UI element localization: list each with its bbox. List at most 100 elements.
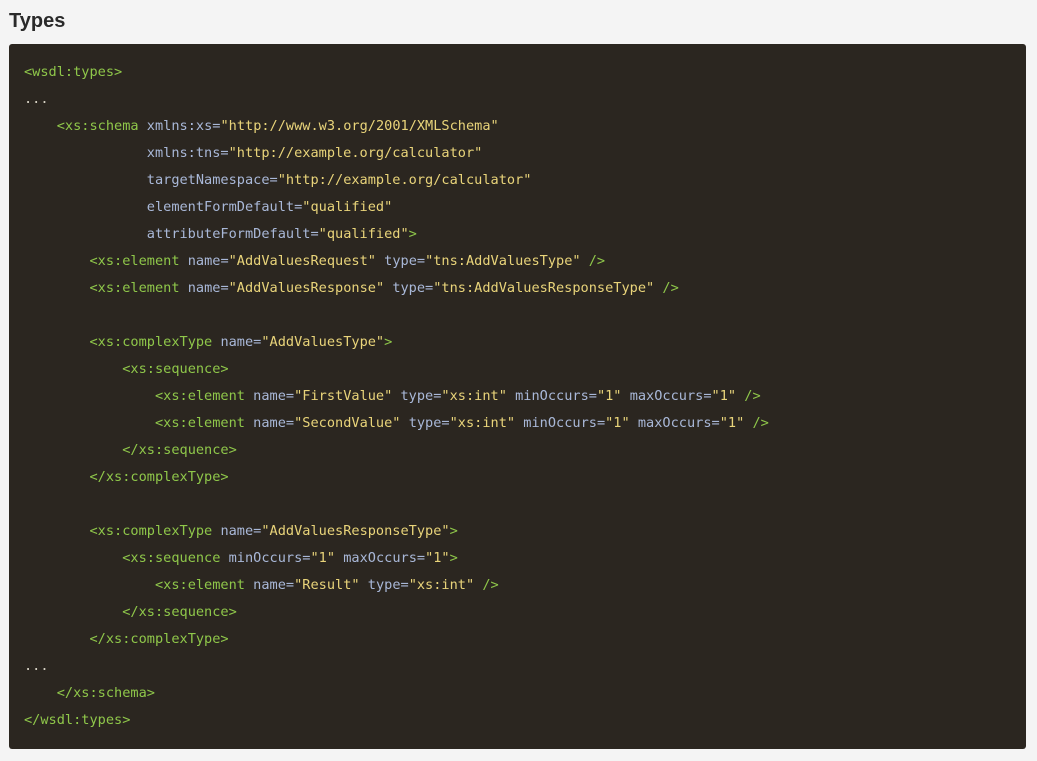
code-tag: </xs:sequence> bbox=[122, 604, 237, 620]
code-string: "1" bbox=[425, 550, 450, 566]
code-tag: <xs:complexType bbox=[89, 523, 213, 539]
code-string: "AddValuesType" bbox=[261, 334, 385, 350]
code-string: "xs:int" bbox=[449, 415, 516, 431]
code-attribute: maxOccurs= bbox=[343, 550, 426, 566]
code-line: </xs:complexType> bbox=[24, 626, 1011, 653]
code-attribute: type= bbox=[384, 253, 426, 269]
code-tag: <xs:element bbox=[154, 415, 245, 431]
code-line: <xs:complexType name="AddValuesType"> bbox=[24, 329, 1011, 356]
code-attribute: xmlns:xs= bbox=[146, 118, 221, 134]
code-attribute: minOccurs= bbox=[523, 415, 606, 431]
code-line: <xs:complexType name="AddValuesResponseT… bbox=[24, 518, 1011, 545]
code-tag: /> bbox=[662, 280, 679, 296]
code-tag: </xs:schema> bbox=[56, 685, 155, 701]
code-tag: </wsdl:types> bbox=[24, 712, 131, 728]
code-tag: </xs:complexType> bbox=[89, 631, 229, 647]
code-string: "1" bbox=[310, 550, 336, 566]
code-string: "SecondValue" bbox=[294, 415, 401, 431]
code-attribute: name= bbox=[253, 415, 295, 431]
code-string: "http://www.w3.org/2001/XMLSchema" bbox=[220, 118, 499, 134]
code-tag: <xs:sequence> bbox=[122, 361, 229, 377]
code-line: <xs:sequence minOccurs="1" maxOccurs="1"… bbox=[24, 545, 1011, 572]
code-string: "tns:AddValuesType" bbox=[425, 253, 581, 269]
code-string: "AddValuesRequest" bbox=[228, 253, 376, 269]
code-attribute: name= bbox=[253, 577, 295, 593]
code-tag: > bbox=[449, 550, 458, 566]
code-line: ... bbox=[24, 86, 1011, 113]
code-tag: > bbox=[384, 334, 393, 350]
code-string: "1" bbox=[596, 388, 622, 404]
code-line: <xs:element name="SecondValue" type="xs:… bbox=[24, 410, 1011, 437]
code-attribute: type= bbox=[400, 388, 442, 404]
code-tag: <xs:element bbox=[154, 388, 245, 404]
code-line: targetNamespace="http://example.org/calc… bbox=[24, 167, 1011, 194]
code-tag: /> bbox=[744, 388, 761, 404]
code-tag: <xs:element bbox=[89, 280, 180, 296]
code-string: "http://example.org/calculator" bbox=[277, 172, 532, 188]
code-attribute: elementFormDefault= bbox=[146, 199, 303, 215]
code-string: "xs:int" bbox=[408, 577, 475, 593]
code-line: </wsdl:types> bbox=[24, 707, 1011, 734]
code-line: </xs:sequence> bbox=[24, 437, 1011, 464]
code-string: "AddValuesResponseType" bbox=[261, 523, 450, 539]
code-attribute: targetNamespace= bbox=[146, 172, 278, 188]
code-attribute: minOccurs= bbox=[228, 550, 311, 566]
code-attribute: attributeFormDefault= bbox=[146, 226, 319, 242]
code-tag: /> bbox=[752, 415, 769, 431]
code-string: "1" bbox=[711, 388, 737, 404]
code-attribute: name= bbox=[253, 388, 295, 404]
code-line: <xs:element name="AddValuesRequest" type… bbox=[24, 248, 1011, 275]
code-tag: /> bbox=[588, 253, 606, 269]
code-line: ... bbox=[24, 653, 1011, 680]
code-string: "1" bbox=[605, 415, 630, 431]
code-attribute: name= bbox=[220, 523, 262, 539]
code-line: ​ bbox=[24, 491, 1011, 518]
code-string: "1" bbox=[719, 415, 745, 431]
section-title: Types bbox=[9, 10, 66, 32]
code-line: <xs:schema xmlns:xs="http://www.w3.org/2… bbox=[24, 113, 1011, 140]
code-attribute: name= bbox=[187, 253, 229, 269]
code-tag: </xs:complexType> bbox=[89, 469, 229, 485]
code-string: "FirstValue" bbox=[294, 388, 393, 404]
code-attribute: name= bbox=[187, 280, 229, 296]
code-string: "xs:int" bbox=[441, 388, 507, 404]
code-string: "qualified" bbox=[318, 226, 409, 242]
code-line: </xs:schema> bbox=[24, 680, 1011, 707]
code-string: "Result" bbox=[294, 577, 360, 593]
code-attribute: type= bbox=[367, 577, 409, 593]
code-tag: <xs:sequence bbox=[122, 550, 221, 566]
code-text: ... bbox=[24, 91, 49, 107]
code-tag: > bbox=[408, 226, 417, 242]
code-attribute: type= bbox=[408, 415, 450, 431]
code-attribute: name= bbox=[220, 334, 262, 350]
code-attribute: maxOccurs= bbox=[637, 415, 720, 431]
code-tag: <xs:element bbox=[89, 253, 180, 269]
code-tag: <wsdl:types> bbox=[24, 64, 123, 80]
code-lines: <wsdl:types>... <xs:schema xmlns:xs="htt… bbox=[24, 59, 1011, 734]
code-block[interactable]: <wsdl:types>... <xs:schema xmlns:xs="htt… bbox=[9, 44, 1026, 749]
